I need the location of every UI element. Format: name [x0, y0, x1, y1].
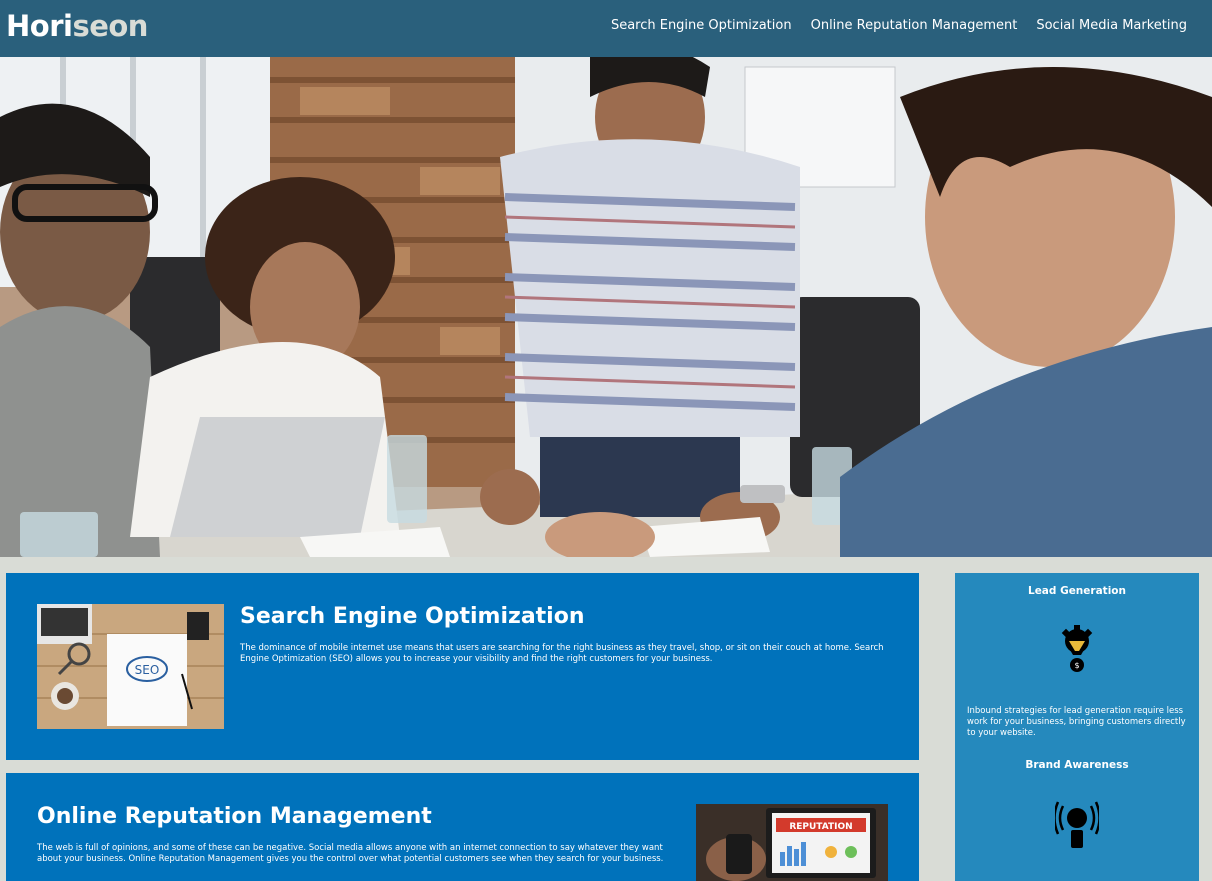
logo-part2: seon: [72, 9, 148, 43]
site-logo[interactable]: Horiseon: [6, 9, 148, 43]
orm-image-label: REPUTATION: [789, 822, 852, 832]
orm-image: REPUTATION: [696, 804, 888, 881]
lead-generation-text: Inbound strategies for lead generation r…: [967, 706, 1186, 738]
hero-image: [0, 57, 1212, 557]
orm-section: Online Reputation Management The web is …: [6, 773, 919, 881]
brand-awareness-title: Brand Awareness: [1025, 759, 1129, 771]
nav-link-orm[interactable]: Online Reputation Management: [811, 18, 1018, 33]
orm-title: Online Reputation Management: [37, 804, 432, 829]
seo-text: The dominance of mobile internet use mea…: [240, 643, 884, 664]
logo-part1: Hori: [6, 9, 73, 43]
orm-illustration: REPUTATION: [696, 804, 888, 881]
main-nav: Search Engine Optimization Online Reputa…: [611, 18, 1187, 33]
lead-generation-icon: $: [1055, 625, 1099, 677]
seo-title: Search Engine Optimization: [240, 604, 585, 629]
seo-image-label: SEO: [135, 663, 160, 677]
seo-section: SEO Search Engine Optimization The domin…: [6, 573, 919, 760]
nav-link-seo[interactable]: Search Engine Optimization: [611, 18, 792, 33]
nav-link-smm[interactable]: Social Media Marketing: [1036, 18, 1187, 33]
svg-text:$: $: [1074, 661, 1079, 670]
seo-illustration: SEO: [37, 604, 224, 729]
seo-image: SEO: [37, 604, 224, 729]
sidebar: Lead Generation $ Inbound strategies for…: [955, 573, 1199, 881]
hero-illustration: [0, 57, 1212, 557]
orm-text: The web is full of opinions, and some of…: [37, 843, 664, 864]
brand-awareness-icon: [1053, 798, 1101, 850]
lead-generation-title: Lead Generation: [1028, 585, 1126, 597]
site-header: Horiseon Search Engine Optimization Onli…: [0, 0, 1212, 57]
